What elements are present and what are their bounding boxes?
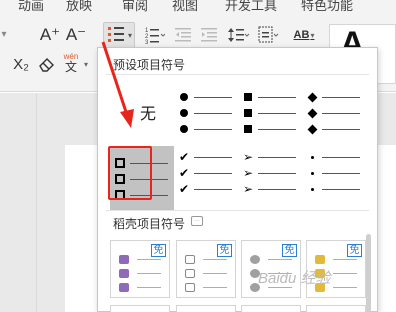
decorative-bullet-icon [119, 269, 129, 278]
text-direction-button[interactable]: AB ▾ [288, 22, 320, 48]
numbered-list-button[interactable]: 1 2 3 [142, 22, 168, 48]
checkmark-icon: ✔ [178, 166, 190, 180]
menu-bar: 动画 放映 审阅 视图 开发工具 特色功能 [0, 0, 396, 16]
increase-indent-button[interactable] [198, 22, 222, 48]
decrease-indent-button[interactable] [172, 22, 196, 48]
tab-developer[interactable]: 开发工具 [225, 0, 277, 14]
text-direction-label: AB [293, 29, 310, 41]
phonetic-dropdown-caret-icon[interactable]: ▾ [82, 58, 90, 70]
comment-icon[interactable]: ··· [191, 216, 203, 226]
svg-text:3: 3 [145, 40, 149, 44]
filled-circle-icon [180, 125, 188, 133]
eraser-icon [39, 58, 54, 72]
bullet-option-arrowhead[interactable]: ➢ ➢ ➢ [238, 146, 302, 210]
panel-scrollbar[interactable] [366, 234, 371, 312]
text-direction-caret-icon: ▾ [310, 30, 315, 40]
bullet-dots-icon [108, 27, 112, 45]
small-dot-icon [310, 171, 314, 175]
small-dot-icon [310, 155, 314, 159]
tab-slideshow[interactable]: 放映 [66, 0, 92, 14]
decorative-bullet-icon [119, 283, 129, 292]
checkmark-icon: ✔ [178, 150, 190, 164]
bullet-option-diamond[interactable] [302, 80, 366, 144]
filled-circle-icon [180, 93, 188, 101]
decorative-bullet-icon [315, 255, 325, 264]
diamond-icon [307, 124, 317, 134]
subscript-button[interactable]: X₂ [8, 52, 34, 76]
tab-view[interactable]: 视图 [172, 0, 198, 14]
line-spacing-button[interactable] [226, 22, 252, 48]
daoke-bullets-title: 稻壳项目符号 [113, 217, 186, 231]
daoke-bullet-thumb-6[interactable] [176, 305, 236, 312]
tab-review[interactable]: 审阅 [122, 0, 148, 14]
phonetic-char-label: 文 [64, 60, 77, 74]
text-align-icon [258, 26, 279, 43]
free-badge: 免 [151, 244, 166, 257]
bullet-option-filled-circle[interactable] [174, 80, 238, 144]
bullet-option-checkmark[interactable]: ✔ ✔ ✔ [174, 146, 238, 210]
bullet-none-label: 无 [140, 106, 157, 123]
free-badge: 免 [347, 244, 362, 257]
ribbon-left-caret-icon[interactable]: ▾ [0, 22, 8, 46]
free-badge: 免 [217, 244, 232, 257]
daoke-bullet-thumb-7[interactable] [241, 305, 301, 312]
diamond-icon [307, 92, 317, 102]
decorative-bullet-icon [185, 269, 195, 278]
bullet-option-filled-square[interactable] [238, 80, 302, 144]
arrowhead-icon: ➢ [242, 166, 254, 180]
watermark-logo: Baidu 经验 [258, 270, 331, 287]
bullet-dropdown-caret-icon: ▾ [127, 31, 132, 40]
clear-format-button[interactable] [36, 52, 58, 76]
preset-divider [106, 74, 369, 75]
small-dot-icon [310, 187, 314, 191]
highlight-box [108, 146, 152, 200]
checkmark-icon: ✔ [178, 182, 190, 196]
bullet-option-none[interactable]: 无 [110, 80, 174, 144]
filled-square-icon [244, 125, 252, 133]
preset-bullets-title: 预设项目符号 [113, 58, 186, 72]
tab-special-features[interactable]: 特色功能 [301, 0, 353, 14]
decrease-indent-icon [175, 28, 191, 42]
decorative-bullet-icon [250, 255, 260, 264]
phonetic-guide-button[interactable]: wén 文 [60, 50, 82, 76]
filled-square-icon [244, 93, 252, 101]
filled-circle-icon [180, 109, 188, 117]
decorative-bullet-icon [185, 283, 195, 292]
daoke-bullet-thumb-2[interactable]: 免 [176, 240, 236, 298]
free-badge: 免 [282, 244, 297, 257]
bullet-option-small-dot[interactable] [302, 146, 366, 210]
decorative-bullet-icon [119, 255, 129, 264]
daoke-bullet-thumb-1[interactable]: 免 [110, 240, 170, 298]
arrowhead-icon: ➢ [242, 182, 254, 196]
arrowhead-icon: ➢ [242, 150, 254, 164]
line-spacing-icon [228, 28, 250, 42]
numbered-list-icon: 1 2 3 [145, 28, 165, 44]
page-margin-line [36, 93, 37, 312]
grow-font-button[interactable]: A⁺ [38, 22, 62, 48]
decorative-bullet-icon [185, 255, 195, 264]
diamond-icon [307, 108, 317, 118]
tab-animation[interactable]: 动画 [18, 0, 44, 14]
shrink-font-button[interactable]: A⁻ [64, 22, 88, 48]
text-align-button[interactable] [256, 22, 282, 48]
daoke-divider [106, 210, 369, 211]
daoke-bullet-thumb-5[interactable] [110, 305, 170, 312]
increase-indent-icon [201, 28, 217, 42]
bullet-lines-icon [114, 27, 124, 45]
bullet-list-button[interactable]: ▾ [103, 22, 135, 48]
daoke-bullet-thumb-8[interactable] [306, 305, 366, 312]
filled-square-icon [244, 109, 252, 117]
